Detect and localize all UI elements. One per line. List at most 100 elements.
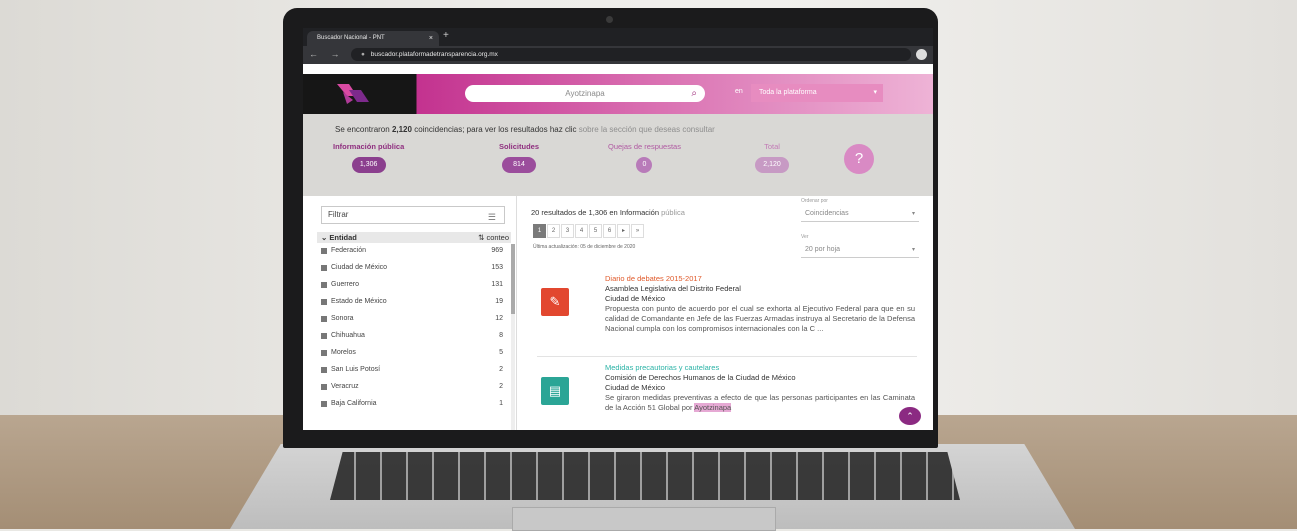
category-quejas[interactable]: Quejas de respuestas 0	[608, 142, 681, 173]
category-count[interactable]: 1,306	[351, 157, 386, 173]
entity-row-veracruz[interactable]: Veracruz 2	[317, 380, 507, 397]
entity-row-guerrero[interactable]: Guerrero 131	[317, 278, 507, 295]
result-description: Propuesta con punto de acuerdo por el cu…	[605, 304, 915, 333]
summary-count: 2,120	[391, 125, 412, 134]
file-search-icon: ▤	[541, 377, 569, 405]
filter-placeholder: Filtrar	[328, 210, 349, 219]
result-title[interactable]: Diario de debates 2015-2017	[605, 274, 915, 284]
entity-row-edomex[interactable]: Estado de México 19	[317, 295, 507, 312]
result-description-text: Se giraron medidas preventivas a efecto …	[605, 393, 915, 412]
chevron-down-icon: ▾	[911, 211, 915, 217]
results-panel: 20 resultados de 1,306 en Información pú…	[517, 196, 933, 430]
page-button[interactable]: 3	[561, 224, 574, 238]
scrollbar-thumb[interactable]	[511, 244, 515, 314]
site-header: Ayotzinapa ⌕ en Toda la plataforma ▾	[303, 74, 933, 114]
pagination: 1 2 3 4 5 6 ▸ »	[533, 224, 645, 238]
entity-row-baja-california[interactable]: Baja California 1	[317, 397, 507, 414]
entity-name: Estado de México	[331, 298, 387, 305]
category-solicitudes[interactable]: Solicitudes 814	[499, 142, 539, 173]
entity-count: 1	[499, 400, 503, 407]
entity-row-federacion[interactable]: Federación 969	[317, 244, 507, 261]
count-header[interactable]: ⇅ conteo	[478, 232, 509, 243]
category-count[interactable]: 814	[502, 157, 536, 173]
sort-value: Coincidencias	[805, 210, 849, 217]
result-org: Asamblea Legislativa del Distrito Federa…	[605, 284, 741, 293]
result-body: Medidas precautorias y cautelares Comisi…	[605, 363, 915, 413]
entity-row-chihuahua[interactable]: Chihuahua 8	[317, 329, 507, 346]
entity-name: Ciudad de México	[331, 264, 388, 271]
entity-name: Sonora	[331, 315, 354, 322]
category-total[interactable]: Total 2,120	[755, 142, 789, 173]
per-page-value: 20 por hoja	[805, 246, 841, 253]
checkbox-icon[interactable]	[321, 265, 327, 271]
entity-count: 2	[499, 366, 503, 373]
url-bar[interactable]: ● buscador.plataformadetransparencia.org…	[351, 48, 911, 61]
pnt-logo-icon[interactable]	[333, 80, 373, 106]
category-informacion-publica[interactable]: Información pública 1,306	[333, 142, 404, 173]
checkbox-icon[interactable]	[321, 367, 327, 373]
page-button[interactable]: 2	[547, 224, 560, 238]
next-page-button[interactable]: ▸	[617, 224, 630, 238]
checkbox-icon[interactable]	[321, 248, 327, 254]
close-icon[interactable]: ×	[429, 31, 433, 46]
checkbox-icon[interactable]	[321, 350, 327, 356]
checkbox-icon[interactable]	[321, 401, 327, 407]
chevron-down-icon: ▾	[873, 89, 877, 96]
search-input[interactable]: Ayotzinapa ⌕	[465, 85, 705, 102]
result-location: Ciudad de México	[605, 383, 666, 392]
result-location: Ciudad de México	[605, 294, 666, 303]
checkbox-icon[interactable]	[321, 299, 327, 305]
checkbox-icon[interactable]	[321, 333, 327, 339]
entity-section-header[interactable]: ⌄ Entidad ⇅ conteo	[317, 232, 511, 243]
page-button[interactable]: 4	[575, 224, 588, 238]
page-button[interactable]: 1	[533, 224, 546, 238]
filter-input[interactable]: Filtrar ☰	[321, 206, 505, 224]
last-page-button[interactable]: »	[631, 224, 644, 238]
entity-name: Veracruz	[331, 383, 359, 390]
result-org: Comisión de Derechos Humanos de la Ciuda…	[605, 373, 796, 382]
scope-prefix: en	[735, 88, 743, 95]
search-value: Ayotzinapa	[565, 89, 605, 98]
search-icon[interactable]: ⌕	[691, 85, 697, 102]
category-count[interactable]: 0	[636, 157, 653, 173]
per-page-select[interactable]: 20 por hoja ▾	[801, 242, 919, 258]
checkbox-icon[interactable]	[321, 282, 327, 288]
entity-row-slp[interactable]: San Luis Potosí 2	[317, 363, 507, 380]
entity-name: Baja California	[331, 400, 377, 407]
page-button[interactable]: 5	[589, 224, 602, 238]
scroll-top-button[interactable]: ⌃	[899, 407, 921, 425]
new-tab-button[interactable]: +	[443, 30, 449, 41]
summary-prefix: Se encontraron	[335, 125, 392, 134]
page-button[interactable]: 6	[603, 224, 616, 238]
category-label: Total	[764, 142, 780, 151]
category-count[interactable]: 2,120	[755, 157, 789, 173]
entity-count: 19	[495, 298, 503, 305]
entity-section-title: ⌄ Entidad	[321, 233, 357, 242]
search-highlight: Ayotzinapa	[694, 403, 732, 412]
help-button[interactable]: ?	[844, 144, 874, 174]
entity-row-sonora[interactable]: Sonora 12	[317, 312, 507, 329]
laptop-screen: Buscador Nacional - PNT × + ← → C ● busc…	[303, 28, 933, 430]
lock-icon: ●	[361, 51, 365, 58]
sort-select[interactable]: Coincidencias ▾	[801, 206, 919, 222]
result-title[interactable]: Medidas precautorias y cautelares	[605, 363, 915, 373]
profile-icon[interactable]	[916, 49, 927, 60]
checkbox-icon[interactable]	[321, 384, 327, 390]
entity-row-morelos[interactable]: Morelos 5	[317, 346, 507, 363]
entity-name: Federación	[331, 247, 367, 254]
results-count-section: pública	[661, 208, 685, 217]
entity-count: 131	[491, 281, 503, 288]
result-body: Diario de debates 2015-2017 Asamblea Leg…	[605, 274, 915, 334]
entity-row-cdmx[interactable]: Ciudad de México 153	[317, 261, 507, 278]
result-description: Se giraron medidas preventivas a efecto …	[605, 393, 915, 413]
entity-count: 5	[499, 349, 503, 356]
checkbox-icon[interactable]	[321, 316, 327, 322]
summary-suffix: sobre la sección que deseas consultar	[578, 125, 715, 134]
browser-tab[interactable]: Buscador Nacional - PNT ×	[307, 31, 439, 46]
scope-select[interactable]: Toda la plataforma ▾	[751, 84, 883, 102]
entity-scrollbar[interactable]	[511, 244, 515, 430]
filter-panel: Filtrar ☰ ⌄ Entidad ⇅ conteo Federación 9…	[303, 196, 517, 430]
scope-value: Toda la plataforma	[759, 89, 817, 96]
view-label: Ver	[801, 234, 809, 240]
filter-icon[interactable]: ☰	[488, 209, 496, 225]
